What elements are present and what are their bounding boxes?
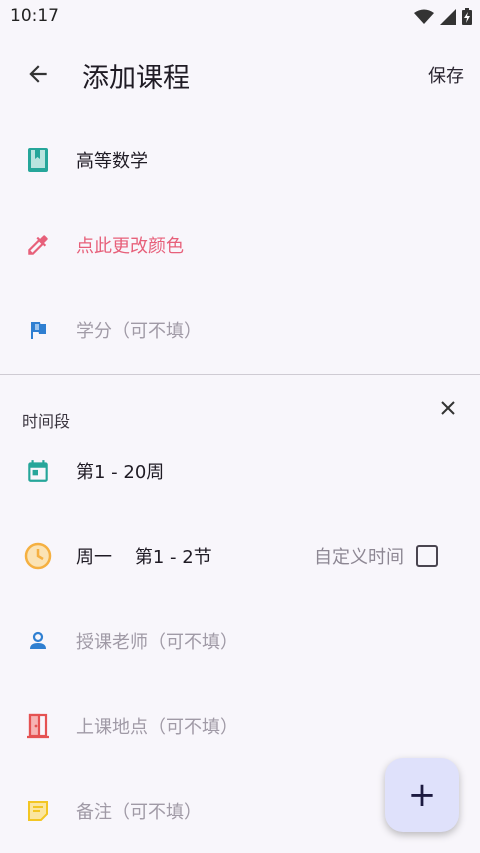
arrow-back-icon (29, 65, 47, 83)
flag-icon (24, 316, 52, 344)
add-time-segment-button[interactable]: + (385, 758, 459, 832)
save-button[interactable]: 保存 (428, 62, 464, 88)
custom-time-checkbox[interactable] (416, 545, 438, 567)
note-icon (24, 797, 52, 825)
note-input[interactable]: 备注（可不填） (76, 798, 202, 824)
person-icon (24, 627, 52, 655)
credit-row[interactable]: 学分（可不填） (0, 288, 480, 372)
battery-icon (462, 8, 472, 25)
status-bar: 10:17 (0, 0, 480, 34)
book-icon (24, 146, 52, 174)
location-row[interactable]: 上课地点（可不填） (0, 684, 480, 768)
cell-signal-icon (440, 8, 456, 25)
remove-time-segment-button[interactable] (436, 396, 460, 420)
color-row[interactable]: 点此更改颜色 (0, 203, 480, 287)
teacher-input[interactable]: 授课老师（可不填） (76, 628, 238, 654)
close-icon (441, 401, 455, 415)
location-input[interactable]: 上课地点（可不填） (76, 713, 238, 739)
teacher-row[interactable]: 授课老师（可不填） (0, 599, 480, 683)
divider (0, 374, 480, 375)
day-period-row[interactable]: 周一 第1 - 2节 自定义时间 (0, 514, 480, 598)
custom-time-label: 自定义时间 (314, 547, 404, 568)
status-icons (414, 8, 472, 25)
clock-icon (24, 542, 52, 570)
door-icon (24, 712, 52, 740)
credit-input[interactable]: 学分（可不填） (76, 317, 202, 343)
color-picker-icon (24, 231, 52, 259)
back-button[interactable] (20, 56, 56, 92)
status-time: 10:17 (10, 6, 59, 26)
day-period-selector[interactable]: 周一 第1 - 2节 (76, 543, 212, 569)
change-color-button[interactable]: 点此更改颜色 (76, 232, 184, 258)
wifi-icon (414, 9, 434, 24)
course-name-row[interactable]: 高等数学 (0, 118, 480, 202)
calendar-icon (24, 457, 52, 485)
weeks-row[interactable]: 第1 - 20周 (0, 429, 480, 513)
page-title: 添加课程 (82, 63, 190, 94)
app-bar: 添加课程 保存 (0, 34, 480, 116)
add-icon: + (407, 775, 437, 815)
weeks-selector[interactable]: 第1 - 20周 (76, 458, 164, 484)
course-name-input[interactable]: 高等数学 (76, 147, 148, 173)
